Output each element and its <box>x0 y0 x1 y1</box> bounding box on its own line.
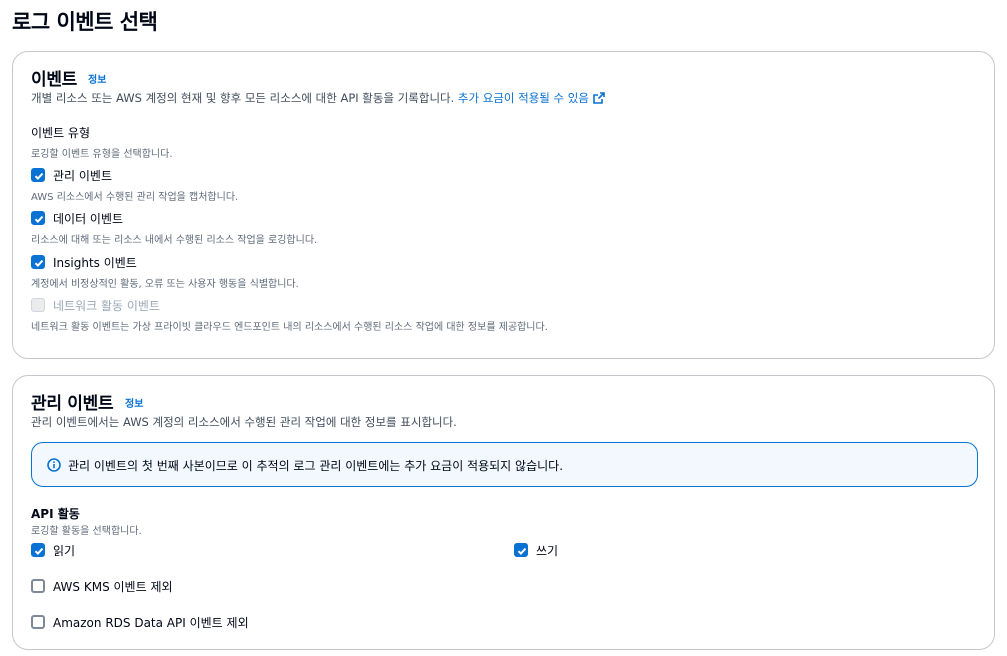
management-events-panel: 관리 이벤트 정보 관리 이벤트에서는 AWS 계정의 리소스에서 수행된 관리… <box>12 375 995 650</box>
check-icon <box>34 215 44 224</box>
check-icon <box>34 547 44 556</box>
events-panel: 이벤트 정보 개별 리소스 또는 AWS 계정의 현재 및 향후 모든 리소스에… <box>12 51 995 359</box>
check-icon <box>34 172 44 181</box>
data-events-label: 데이터 이벤트 <box>53 212 124 226</box>
api-activity-label: API 활동 <box>31 507 80 521</box>
info-icon <box>47 458 61 472</box>
events-description-text: 개별 리소스 또는 AWS 계정의 현재 및 향후 모든 리소스에 대한 API… <box>31 91 455 105</box>
management-info-link[interactable]: 정보 <box>125 395 143 410</box>
exclude-rds-label: Amazon RDS Data API 이벤트 제외 <box>53 616 249 630</box>
events-panel-description: 개별 리소스 또는 AWS 계정의 현재 및 향후 모든 리소스에 대한 API… <box>31 90 605 106</box>
write-checkbox[interactable] <box>514 543 528 557</box>
exclude-kms-label: AWS KMS 이벤트 제외 <box>53 580 173 594</box>
management-events-label: 관리 이벤트 <box>53 169 113 183</box>
events-info-link[interactable]: 정보 <box>88 71 106 86</box>
management-events-checkbox[interactable] <box>31 168 45 182</box>
read-label: 읽기 <box>53 544 76 558</box>
check-icon <box>34 259 44 268</box>
alert-message: 관리 이벤트의 첫 번째 사본이므로 이 추적의 로그 관리 이벤트에는 추가 … <box>68 459 564 473</box>
event-type-label: 이벤트 유형 <box>31 126 91 140</box>
network-activity-events-description: 네트워크 활동 이벤트는 가상 프라이빗 클라우드 엔드포인트 내의 리소스에서… <box>31 322 548 333</box>
insights-events-label: Insights 이벤트 <box>53 256 137 270</box>
insights-events-description: 계정에서 비정상적인 활동, 오류 또는 사용자 행동을 식별합니다. <box>31 279 299 290</box>
network-activity-events-label: 네트워크 활동 이벤트 <box>53 299 160 313</box>
management-panel-title: 관리 이벤트 <box>31 394 114 414</box>
network-activity-events-checkbox <box>31 298 45 312</box>
info-alert: 관리 이벤트의 첫 번째 사본이므로 이 추적의 로그 관리 이벤트에는 추가 … <box>31 442 978 487</box>
management-events-description: AWS 리소스에서 수행된 관리 작업을 캡처합니다. <box>31 192 239 203</box>
read-checkbox[interactable] <box>31 543 45 557</box>
data-events-description: 리소스에 대해 또는 리소스 내에서 수행된 리소스 작업을 로깅합니다. <box>31 235 318 246</box>
external-link-icon <box>593 92 605 104</box>
management-panel-description: 관리 이벤트에서는 AWS 계정의 리소스에서 수행된 관리 작업에 대한 정보… <box>31 415 457 429</box>
extra-charge-link[interactable]: 추가 요금이 적용될 수 있음 <box>458 91 605 105</box>
event-type-hint: 로깅할 이벤트 유형을 선택합니다. <box>31 149 173 160</box>
events-panel-title: 이벤트 <box>31 70 78 90</box>
write-label: 쓰기 <box>536 544 559 558</box>
api-activity-hint: 로깅할 활동을 선택합니다. <box>31 526 142 537</box>
page-title: 로그 이벤트 선택 <box>12 10 158 34</box>
exclude-rds-checkbox[interactable] <box>31 615 45 629</box>
insights-events-checkbox[interactable] <box>31 255 45 269</box>
extra-charge-link-text: 추가 요금이 적용될 수 있음 <box>457 91 589 105</box>
exclude-kms-checkbox[interactable] <box>31 579 45 593</box>
data-events-checkbox[interactable] <box>31 211 45 225</box>
check-icon <box>517 547 527 556</box>
